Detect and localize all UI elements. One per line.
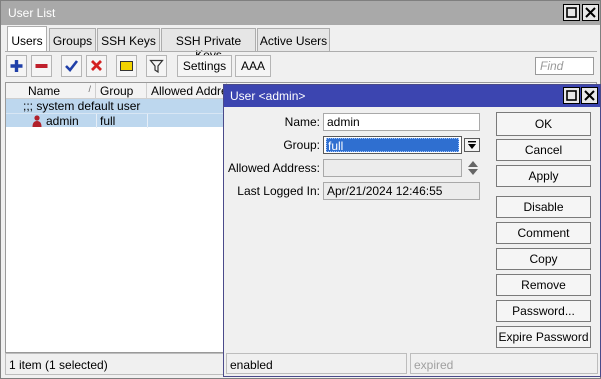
allowed-address-label: Allowed Address: [227,161,320,175]
check-icon [65,60,79,72]
tab-users[interactable]: Users [7,26,47,52]
tab-divider [5,51,597,52]
sort-indicator: / [88,84,91,94]
group-select[interactable]: full [323,136,462,154]
dialog-title-bar[interactable]: User <admin> [224,85,600,107]
maximize-icon[interactable] [563,4,580,21]
x-icon [91,60,102,71]
tab-groups[interactable]: Groups [49,28,96,51]
find-input[interactable]: Find [535,57,594,75]
name-label: Name: [284,115,320,129]
apply-button[interactable]: Apply [496,165,591,187]
disable-button[interactable]: Disable [496,196,591,218]
disable-button[interactable] [86,55,107,77]
toolbar: Settings AAA Find [5,53,597,81]
dialog-status-enabled: enabled [226,353,407,374]
maximize-icon[interactable] [563,87,580,104]
comment-button[interactable] [116,55,137,77]
group-label: Group: [283,138,320,152]
settings-button[interactable]: Settings [177,55,232,77]
last-logged-in-label: Last Logged In: [237,184,320,198]
close-icon[interactable] [582,4,599,21]
expire-password-button[interactable]: Expire Password [496,326,591,348]
user-icon [28,115,42,130]
dialog-title: User <admin> [230,89,306,103]
filter-icon [149,59,164,74]
last-logged-in-field: Apr/21/2024 12:46:55 [323,182,480,200]
remove-button[interactable]: Remove [496,274,591,296]
allowed-address-field[interactable] [323,159,462,177]
note-icon [120,61,133,71]
close-icon[interactable] [581,87,598,104]
add-icon [10,60,23,72]
tab-ssh-private-keys[interactable]: SSH Private Keys [161,28,256,62]
status-text: 1 item (1 selected) [9,358,108,372]
column-header-name[interactable]: Name / [24,83,96,99]
name-field[interactable]: admin [323,113,480,131]
tab-active-users[interactable]: Active Users [257,28,330,51]
cancel-button[interactable]: Cancel [496,139,591,161]
updown-arrows-icon[interactable] [467,160,479,179]
copy-button[interactable]: Copy [496,248,591,270]
tab-ssh-keys[interactable]: SSH Keys [97,28,160,51]
remove-button[interactable] [31,55,52,77]
user-edit-dialog: User <admin> Name: admin Group: full All… [223,84,601,377]
aaa-button[interactable]: AAA [235,55,271,77]
group-selected-value: full [326,138,459,153]
cell-name: admin [46,114,79,128]
remove-icon [35,64,48,68]
password-button[interactable]: Password... [496,300,591,322]
add-button[interactable] [6,55,27,77]
column-header-group[interactable]: Group [96,83,147,99]
chevron-down-icon [468,141,476,149]
ok-button[interactable]: OK [496,112,591,136]
filter-button[interactable] [146,55,167,77]
row-comment-text: ;;; system default user [23,99,141,113]
dialog-status-expired: expired [410,353,598,374]
column-header-allowed-address[interactable]: Allowed Address [147,83,227,99]
comment-button[interactable]: Comment [496,222,591,244]
window-title-bar[interactable]: User List [1,1,600,25]
group-dropdown-button[interactable] [464,138,480,152]
enable-button[interactable] [61,55,82,77]
cell-group: full [100,114,116,128]
window-title: User List [8,6,56,20]
